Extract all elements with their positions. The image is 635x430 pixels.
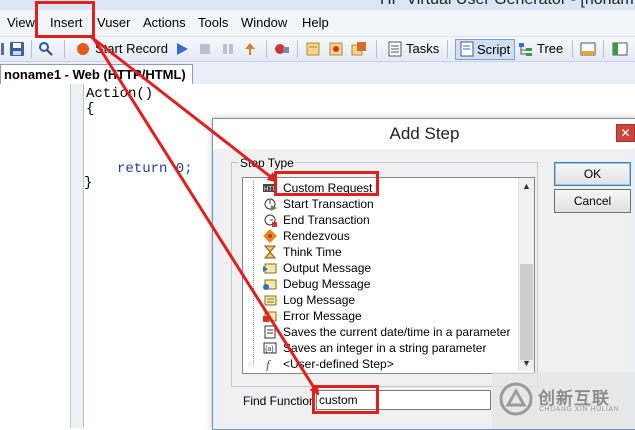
annotation-arrow: [90, 35, 320, 396]
annotation-arrow: [89, 34, 278, 183]
annotation-arrows: [89, 34, 320, 396]
